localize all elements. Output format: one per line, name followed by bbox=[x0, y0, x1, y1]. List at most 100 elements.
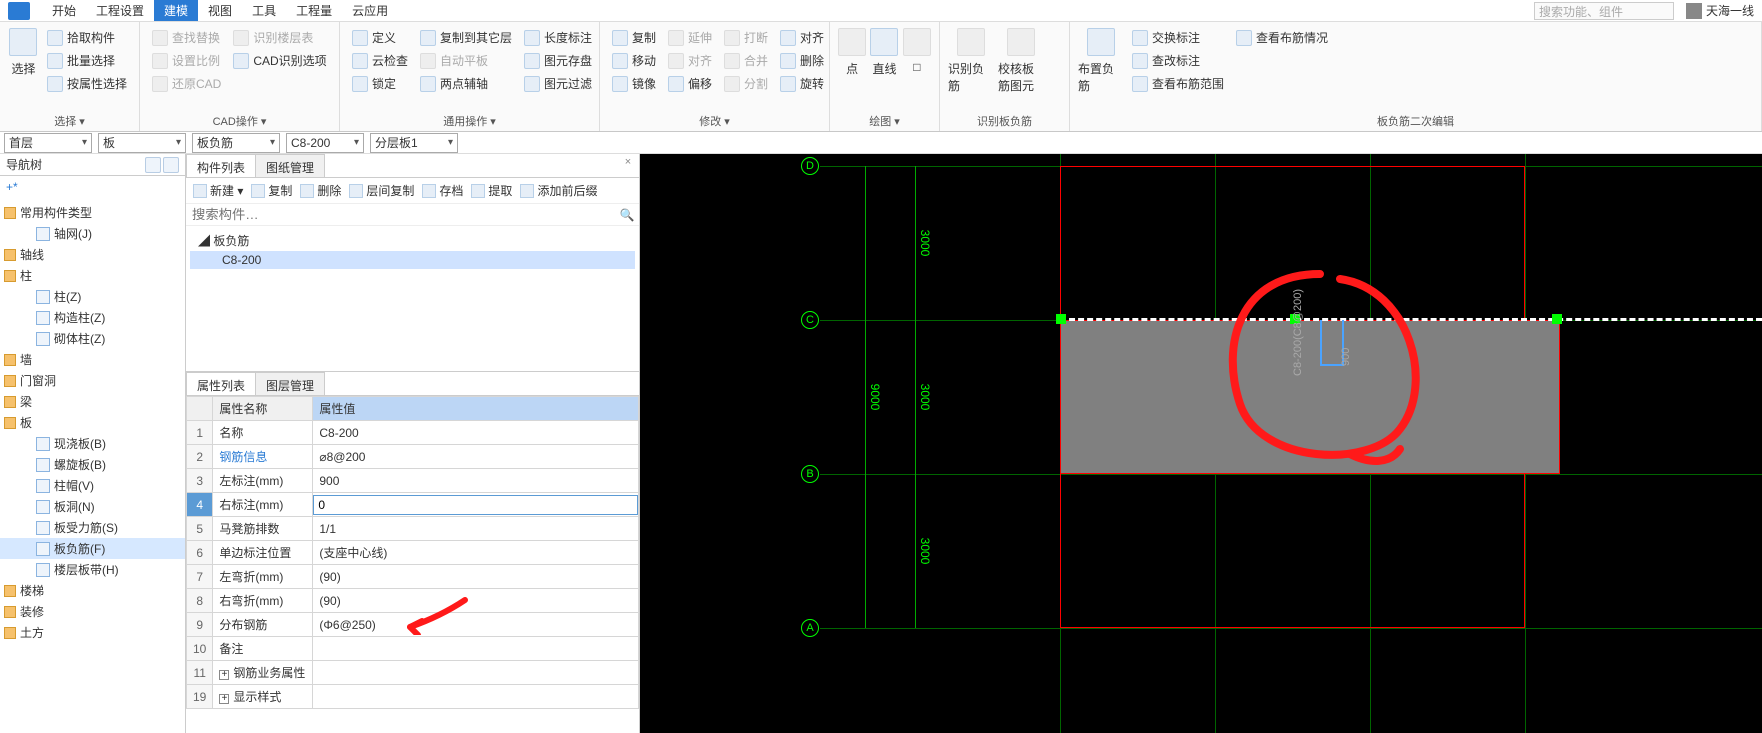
nav-tree[interactable]: 常用构件类型轴网(J)轴线柱柱(Z)构造柱(Z)砌体柱(Z)墙门窗洞梁板现浇板(… bbox=[0, 198, 185, 733]
element-filter[interactable]: 图元过滤 bbox=[520, 73, 596, 94]
layout-neg-rebar[interactable]: 布置负筋 bbox=[1076, 26, 1126, 96]
new-component[interactable]: 新建 ▾ bbox=[190, 180, 246, 201]
nav-node[interactable]: 板负筋(F) bbox=[0, 538, 185, 559]
prop-row[interactable]: 5马凳筋排数1/1 bbox=[187, 517, 639, 541]
check-modify-label[interactable]: 查改标注 bbox=[1128, 50, 1228, 71]
add-nav-item[interactable]: +* bbox=[0, 176, 185, 198]
cloud-check[interactable]: 云检查 bbox=[348, 50, 412, 71]
group-cad-label[interactable]: CAD操作 ▾ bbox=[146, 111, 333, 131]
define-btn[interactable]: 定义 bbox=[348, 27, 412, 48]
tab-layer-manage[interactable]: 图层管理 bbox=[255, 372, 325, 395]
floor-copy[interactable]: 层间复制 bbox=[346, 180, 417, 201]
nav-node[interactable]: 轴线 bbox=[0, 244, 185, 265]
delete-btn[interactable]: 删除 bbox=[776, 50, 828, 71]
drawing-canvas[interactable]: D C B A 3000 3000 3000 9000 bbox=[640, 154, 1762, 733]
nav-node[interactable]: 门窗洞 bbox=[0, 370, 185, 391]
cad-identify-options[interactable]: CAD识别选项 bbox=[229, 50, 330, 71]
nav-node[interactable]: 轴网(J) bbox=[0, 223, 185, 244]
component-search[interactable] bbox=[186, 204, 615, 225]
component-select[interactable]: C8-200▾ bbox=[286, 133, 364, 153]
tab-drawing-manage[interactable]: 图纸管理 bbox=[255, 154, 325, 177]
move-btn[interactable]: 移动 bbox=[608, 50, 660, 71]
type-select[interactable]: 板负筋▾ bbox=[192, 133, 280, 153]
nav-node[interactable]: 砌体柱(Z) bbox=[0, 328, 185, 349]
archive-btn[interactable]: 存档 bbox=[419, 180, 466, 201]
grid-view-icon[interactable] bbox=[163, 157, 179, 173]
group-select-label[interactable]: 选择 ▾ bbox=[6, 111, 133, 131]
search-icon[interactable]: 🔍 bbox=[615, 204, 639, 225]
menu-tools[interactable]: 工具 bbox=[242, 0, 286, 21]
nav-node[interactable]: 板 bbox=[0, 412, 185, 433]
tab-prop-list[interactable]: 属性列表 bbox=[186, 372, 256, 395]
copy-to-floor[interactable]: 复制到其它层 bbox=[416, 27, 516, 48]
copy-btn[interactable]: 复制 bbox=[608, 27, 660, 48]
layer-select[interactable]: 分层板1▾ bbox=[370, 133, 458, 153]
prop-value-input[interactable] bbox=[313, 495, 638, 515]
comp-tree-item[interactable]: C8-200 bbox=[190, 251, 635, 269]
list-view-icon[interactable] bbox=[145, 157, 161, 173]
nav-node[interactable]: 现浇板(B) bbox=[0, 433, 185, 454]
offset-btn[interactable]: 偏移 bbox=[664, 73, 716, 94]
prop-row[interactable]: 3左标注(mm)900 bbox=[187, 469, 639, 493]
prop-row[interactable]: 2钢筋信息⌀8@200 bbox=[187, 445, 639, 469]
prop-row[interactable]: 19+显示样式 bbox=[187, 685, 639, 709]
select-button[interactable]: 选择 bbox=[6, 26, 41, 79]
nav-node[interactable]: 柱帽(V) bbox=[0, 475, 185, 496]
mirror-btn[interactable]: 镜像 bbox=[608, 73, 660, 94]
nav-node[interactable]: 构造柱(Z) bbox=[0, 307, 185, 328]
menu-project-settings[interactable]: 工程设置 bbox=[86, 0, 154, 21]
nav-node[interactable]: 楼层板带(H) bbox=[0, 559, 185, 580]
menu-start[interactable]: 开始 bbox=[42, 0, 86, 21]
tab-component-list[interactable]: 构件列表 bbox=[186, 154, 256, 177]
pick-component[interactable]: 拾取构件 bbox=[43, 27, 131, 48]
floor-select[interactable]: 首层▾ bbox=[4, 133, 92, 153]
nav-node[interactable]: 常用构件类型 bbox=[0, 202, 185, 223]
length-dim[interactable]: 长度标注 bbox=[520, 27, 596, 48]
prop-row[interactable]: 7左弯折(mm)(90) bbox=[187, 565, 639, 589]
prop-select[interactable]: 按属性选择 bbox=[43, 73, 131, 94]
prop-row[interactable]: 4右标注(mm) bbox=[187, 493, 639, 517]
align-btn[interactable]: 对齐 bbox=[776, 27, 828, 48]
add-prefix-suffix[interactable]: 添加前后缀 bbox=[517, 180, 600, 201]
prop-row[interactable]: 6单边标注位置(支座中心线) bbox=[187, 541, 639, 565]
category-select[interactable]: 板▾ bbox=[98, 133, 186, 153]
copy-component[interactable]: 复制 bbox=[248, 180, 295, 201]
menu-modeling[interactable]: 建模 bbox=[154, 0, 198, 21]
prop-row[interactable]: 1名称C8-200 bbox=[187, 421, 639, 445]
swap-label[interactable]: 交换标注 bbox=[1128, 27, 1228, 48]
batch-select[interactable]: 批量选择 bbox=[43, 50, 131, 71]
draw-line[interactable]: 直线 bbox=[868, 26, 900, 79]
menu-cloud[interactable]: 云应用 bbox=[342, 0, 398, 21]
group-draw-label[interactable]: 绘图 ▾ bbox=[836, 111, 933, 131]
app-icon[interactable] bbox=[8, 2, 30, 20]
menu-view[interactable]: 视图 bbox=[198, 0, 242, 21]
comp-tree-parent[interactable]: ◢ 板负筋 bbox=[190, 230, 635, 251]
two-point-axis[interactable]: 两点辅轴 bbox=[416, 73, 516, 94]
user-menu[interactable]: 天海一线 bbox=[1686, 2, 1754, 19]
view-rebar-status[interactable]: 查看布筋情况 bbox=[1232, 27, 1332, 48]
group-general-label[interactable]: 通用操作 ▾ bbox=[346, 111, 593, 131]
nav-node[interactable]: 楼梯 bbox=[0, 580, 185, 601]
extract-btn[interactable]: 提取 bbox=[468, 180, 515, 201]
nav-node[interactable]: 板受力筋(S) bbox=[0, 517, 185, 538]
element-save[interactable]: 图元存盘 bbox=[520, 50, 596, 71]
expand-icon[interactable]: + bbox=[219, 694, 229, 704]
nav-node[interactable]: 螺旋板(B) bbox=[0, 454, 185, 475]
nav-node[interactable]: 板洞(N) bbox=[0, 496, 185, 517]
nav-node[interactable]: 土方 bbox=[0, 622, 185, 643]
prop-row[interactable]: 10备注 bbox=[187, 637, 639, 661]
nav-node[interactable]: 柱 bbox=[0, 265, 185, 286]
nav-node[interactable]: 装修 bbox=[0, 601, 185, 622]
prop-row[interactable]: 8右弯折(mm)(90) bbox=[187, 589, 639, 613]
expand-icon[interactable]: + bbox=[219, 670, 229, 680]
prop-row[interactable]: 9分布钢筋(Φ6@250) bbox=[187, 613, 639, 637]
lock-btn[interactable]: 锁定 bbox=[348, 73, 412, 94]
nav-node[interactable]: 梁 bbox=[0, 391, 185, 412]
panel-close-button[interactable]: × bbox=[621, 156, 635, 170]
delete-component[interactable]: 删除 bbox=[297, 180, 344, 201]
group-modify-label[interactable]: 修改 ▾ bbox=[606, 111, 823, 131]
rotate-btn[interactable]: 旋转 bbox=[776, 73, 828, 94]
nav-node[interactable]: 墙 bbox=[0, 349, 185, 370]
menu-quantity[interactable]: 工程量 bbox=[286, 0, 342, 21]
global-search[interactable]: 搜索功能、组件 bbox=[1534, 2, 1674, 20]
